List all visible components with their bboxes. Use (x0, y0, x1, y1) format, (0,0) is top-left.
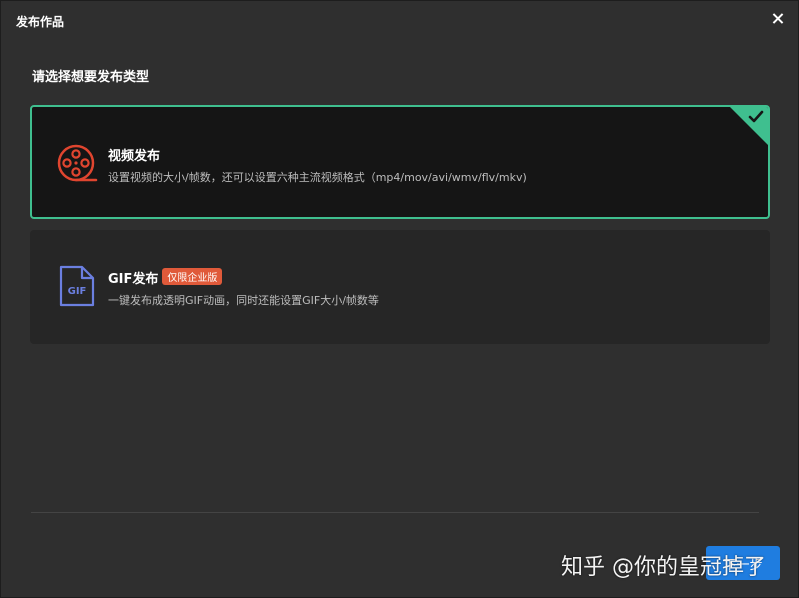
gif-icon-text: GIF (68, 286, 87, 297)
film-reel-icon (57, 144, 98, 182)
option-title-text: GIF发布 (108, 272, 159, 287)
type-prompt: 请选择想要发布类型 (32, 70, 150, 85)
option-title: 视频发布 (108, 149, 161, 164)
enterprise-badge: 仅限企业版 (162, 268, 223, 285)
footer-divider (31, 512, 759, 513)
option-description: 设置视频的大小/帧数，还可以设置六种主流视频格式（mp4/mov/avi/wmv… (108, 171, 527, 184)
video-publish-option[interactable]: 视频发布 设置视频的大小/帧数，还可以设置六种主流视频格式（mp4/mov/av… (30, 105, 770, 219)
close-icon[interactable] (770, 11, 786, 27)
publish-dialog: 发布作品 请选择想要发布类型 视频发布 设置视频的大小/帧数，还可以设置六种主流… (0, 0, 799, 598)
watermark: 知乎 @你的皇冠掉了 (561, 555, 766, 580)
option-description: 一键发布成透明GIF动画，同时还能设置GIF大小/帧数等 (108, 294, 379, 307)
option-title: GIF发布 仅限企业版 (108, 268, 223, 287)
gif-publish-option[interactable]: GIF GIF发布 仅限企业版 一键发布成透明GIF动画，同时还能设置GIF大小/… (30, 230, 770, 344)
checkmark-icon (748, 110, 764, 123)
dialog-title: 发布作品 (16, 15, 65, 29)
gif-file-icon: GIF (59, 265, 95, 307)
